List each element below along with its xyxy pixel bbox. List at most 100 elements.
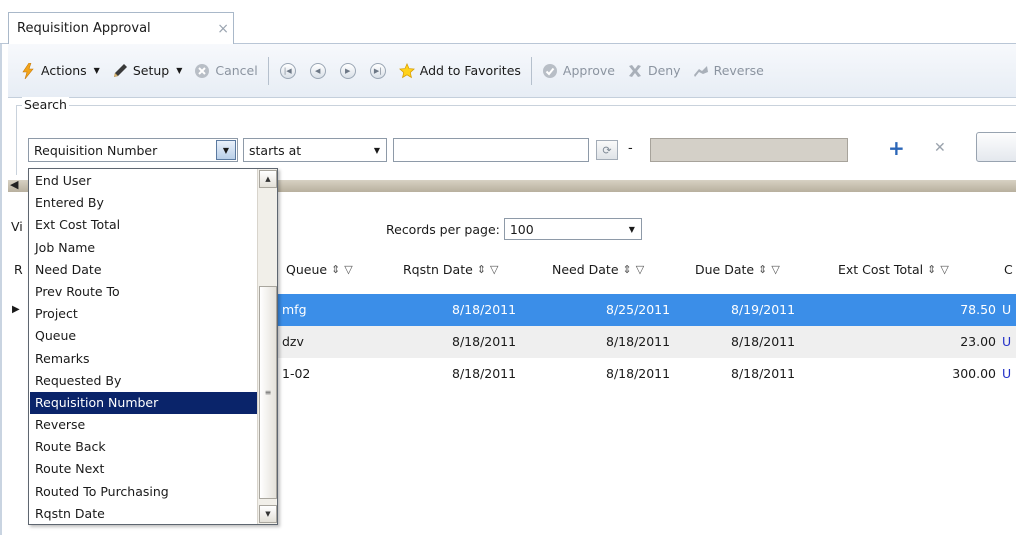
dropdown-scrollbar[interactable]: ▲ ≡ ▼	[257, 169, 277, 524]
sort-icon[interactable]: ⇕	[927, 263, 936, 276]
search-range-end-input[interactable]	[650, 138, 848, 162]
dropdown-option[interactable]: Requested By	[30, 370, 257, 392]
records-per-page-value: 100	[509, 221, 534, 237]
left-border	[0, 0, 2, 535]
add-criteria-icon[interactable]: +	[888, 136, 905, 160]
last-record-icon[interactable]: ▶|	[369, 62, 386, 79]
deny-label: Deny	[647, 63, 681, 78]
chevron-down-icon[interactable]: ▼	[216, 140, 236, 160]
column-header-label: Rqstn Date	[403, 262, 473, 277]
table-row[interactable]: 1-02 8/18/2011 8/18/2011 8/18/2011 300.0…	[276, 358, 1016, 390]
lightning-icon	[20, 62, 36, 79]
first-record-icon[interactable]: |◀	[279, 62, 296, 79]
search-operator-select[interactable]: starts at ▼	[243, 138, 387, 162]
search-field-select[interactable]: Requisition Number ▼	[28, 138, 238, 162]
dropdown-option[interactable]: Need Date	[30, 259, 257, 281]
actions-menu[interactable]: Actions ▼	[14, 59, 106, 83]
table-row[interactable]: dzv 8/18/2011 8/18/2011 8/18/2011 23.00 …	[276, 326, 1016, 358]
cell-ext-cost-total: 78.50	[960, 302, 996, 317]
chevron-down-icon: ▼	[93, 66, 100, 75]
cell-queue: mfg	[282, 302, 307, 317]
dropdown-option[interactable]: Rqstn Date	[30, 503, 257, 524]
approve-button[interactable]: Approve	[536, 59, 621, 83]
dropdown-option[interactable]: End User	[30, 170, 257, 192]
column-header-queue[interactable]: Queue ⇕ ▽	[286, 262, 353, 277]
records-per-page-select[interactable]: 100 ▼	[503, 218, 642, 240]
search-button[interactable]	[976, 132, 1016, 162]
column-header-rqstn-date[interactable]: Rqstn Date ⇕ ▽	[403, 262, 499, 277]
dropdown-option-selected[interactable]: Requisition Number	[30, 391, 257, 415]
scroll-down-icon[interactable]: ▼	[259, 505, 277, 523]
range-separator: -	[628, 141, 633, 156]
dropdown-option[interactable]: Route Back	[30, 436, 257, 458]
column-header-due-date[interactable]: Due Date ⇕ ▽	[695, 262, 780, 277]
dropdown-option[interactable]: Routed To Purchasing	[30, 481, 257, 503]
cell-due-date: 8/19/2011	[731, 302, 796, 317]
sort-icon[interactable]: ⇕	[758, 263, 767, 276]
toolbar: Actions ▼ Setup ▼ Cancel |◀ ◀ ▶ ▶| Add t…	[8, 44, 1016, 98]
pencil-icon	[112, 63, 128, 79]
sort-icon[interactable]: ⇕	[477, 263, 486, 276]
cell-c-link[interactable]: U	[1002, 302, 1011, 317]
filter-icon[interactable]: ▽	[490, 263, 498, 276]
previous-record-icon[interactable]: ◀	[309, 62, 326, 79]
deny-button[interactable]: Deny	[621, 59, 687, 83]
dropdown-option[interactable]: Entered By	[30, 192, 257, 214]
column-header-need-date[interactable]: Need Date ⇕ ▽	[552, 262, 644, 277]
records-per-page: Records per page: 100 ▼	[386, 218, 642, 240]
tab-requisition-approval[interactable]: Requisition Approval ×	[8, 12, 234, 44]
remove-criteria-icon[interactable]: ✕	[934, 140, 946, 156]
x-mark-icon	[627, 63, 643, 79]
dropdown-options: End User Entered By Ext Cost Total Job N…	[30, 170, 257, 524]
next-record-icon[interactable]: ▶	[339, 62, 356, 79]
close-icon[interactable]: ×	[217, 21, 229, 37]
setup-label: Setup	[132, 63, 170, 78]
check-circle-icon	[542, 63, 558, 79]
dropdown-option[interactable]: Prev Route To	[30, 281, 257, 303]
cell-ext-cost-total: 23.00	[960, 334, 996, 349]
search-field-dropdown-list[interactable]: End User Entered By Ext Cost Total Job N…	[28, 168, 278, 525]
chevron-down-icon[interactable]: ▼	[368, 139, 386, 161]
dropdown-option[interactable]: Ext Cost Total	[30, 214, 257, 236]
add-to-favorites-button[interactable]: Add to Favorites	[393, 59, 527, 83]
cell-c-link[interactable]: U	[1002, 366, 1011, 381]
cancel-label: Cancel	[215, 63, 258, 78]
column-header-label: Need Date	[552, 262, 619, 277]
column-header-ext-cost-total[interactable]: Ext Cost Total ⇕ ▽	[838, 262, 949, 277]
filter-icon[interactable]: ▽	[344, 263, 352, 276]
column-header-label: Due Date	[695, 262, 755, 277]
chevron-down-icon[interactable]: ▼	[623, 218, 641, 240]
cell-queue: 1-02	[282, 366, 311, 381]
filter-icon[interactable]: ▽	[636, 263, 644, 276]
grid-column-header-partial: R	[14, 262, 23, 277]
dropdown-option[interactable]: Job Name	[30, 237, 257, 259]
dropdown-option[interactable]: Reverse	[30, 414, 257, 436]
table-row[interactable]: mfg 8/18/2011 8/25/2011 8/19/2011 78.50 …	[276, 294, 1016, 326]
cell-need-date: 8/25/2011	[606, 302, 671, 317]
filter-icon[interactable]: ▽	[771, 263, 779, 276]
sort-icon[interactable]: ⇕	[331, 263, 340, 276]
setup-menu[interactable]: Setup ▼	[106, 59, 189, 83]
tab-bar: Requisition Approval ×	[0, 0, 1016, 44]
dropdown-option[interactable]: Route Next	[30, 458, 257, 480]
left-arrow-icon[interactable]: ◀	[10, 178, 18, 191]
cell-c-link[interactable]: U	[1002, 334, 1011, 349]
reverse-button[interactable]: Reverse	[687, 59, 770, 83]
scroll-up-icon[interactable]: ▲	[259, 170, 277, 188]
approve-label: Approve	[562, 63, 615, 78]
cancel-button[interactable]: Cancel	[188, 59, 263, 83]
sort-icon[interactable]: ⇕	[623, 263, 632, 276]
search-value-input[interactable]	[393, 138, 589, 162]
column-header-c[interactable]: C	[1004, 262, 1013, 277]
dropdown-option[interactable]: Project	[30, 303, 257, 325]
dropdown-option[interactable]: Remarks	[30, 348, 257, 370]
view-label: Vi	[11, 219, 23, 234]
search-legend: Search	[22, 97, 69, 112]
reverse-label: Reverse	[713, 63, 764, 78]
column-header-label: Ext Cost Total	[838, 262, 924, 277]
filter-icon[interactable]: ▽	[940, 263, 948, 276]
refresh-icon[interactable]: ⟳	[596, 140, 618, 160]
dropdown-option[interactable]: Queue	[30, 325, 257, 347]
favorites-label: Add to Favorites	[419, 63, 521, 78]
scrollbar-thumb[interactable]: ≡	[259, 286, 277, 499]
